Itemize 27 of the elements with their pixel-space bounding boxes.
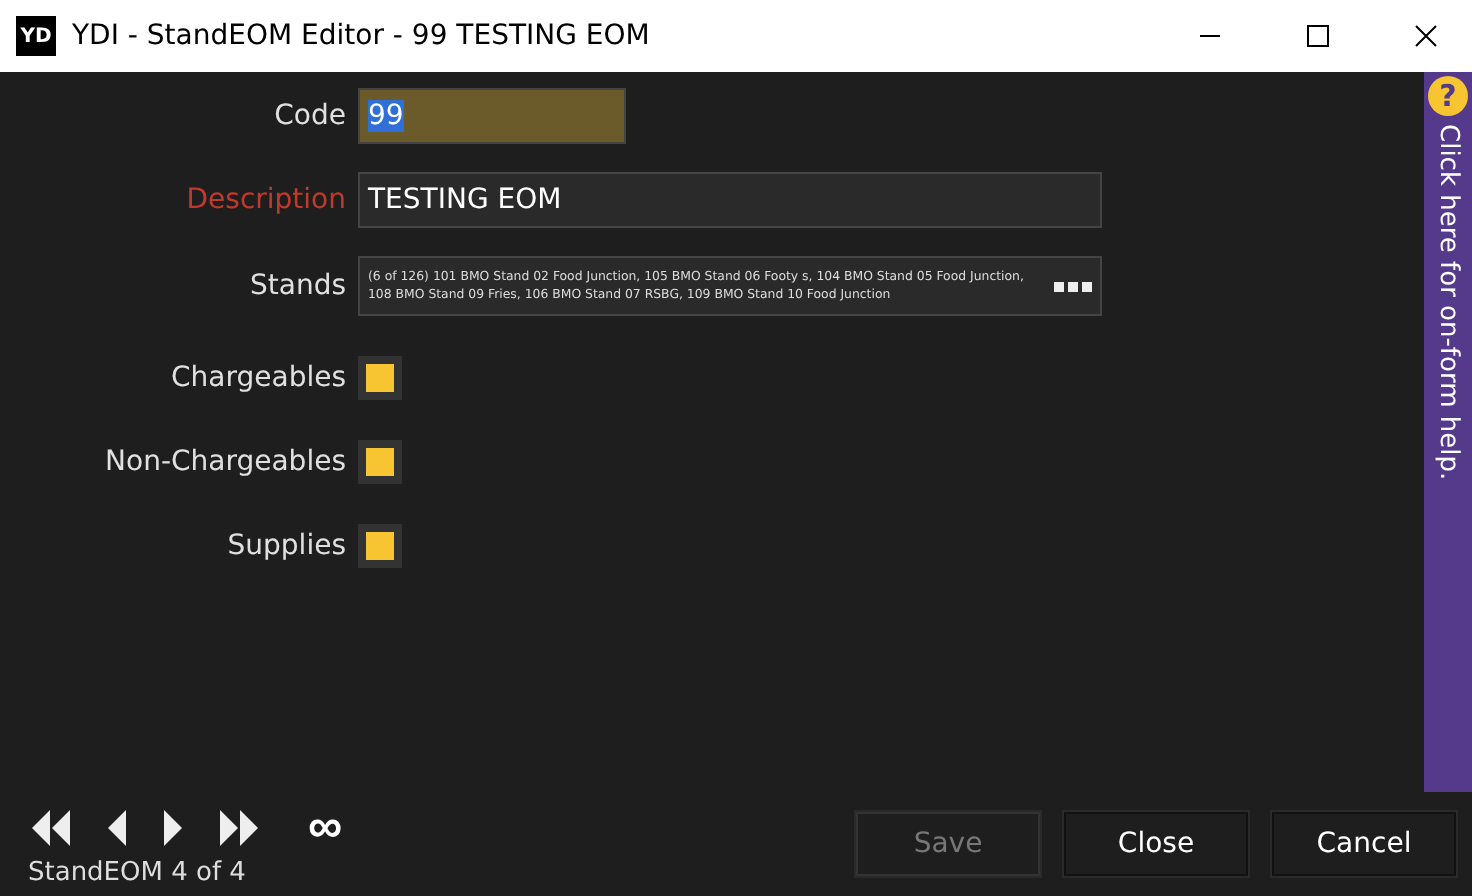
field-label: Stands — [247, 270, 346, 302]
help-text: Click here for on-form help. — [1433, 124, 1463, 481]
field-label: Code — [272, 100, 346, 132]
checkbox-label: Supplies — [225, 530, 346, 562]
description-field[interactable]: TESTING EOM — [358, 172, 1102, 228]
close-icon — [1414, 24, 1438, 48]
record-status: StandEOM 4 of 4 — [28, 858, 248, 888]
maximize-icon — [1306, 24, 1330, 48]
help-icon: ? — [1428, 76, 1468, 116]
help-panel[interactable]: ? Click here for on-form help. — [1424, 72, 1472, 792]
checkbox-label: Non-Chargeables — [103, 446, 346, 478]
window-title: YDI - StandEOM Editor - 99 TESTING EOM — [72, 20, 652, 52]
field-label: Description — [184, 184, 346, 216]
app-logo: YD — [16, 16, 56, 56]
checkbox[interactable] — [358, 356, 402, 400]
next-record-icon[interactable] — [160, 806, 188, 850]
dialog-button[interactable]: Cancel — [1272, 812, 1456, 876]
previous-record-icon[interactable] — [104, 806, 132, 850]
first-record-icon[interactable] — [28, 806, 76, 850]
dialog-button[interactable]: Close — [1064, 812, 1248, 876]
checkbox[interactable] — [358, 440, 402, 484]
code-field[interactable]: 99 — [358, 88, 626, 144]
checkbox[interactable] — [358, 524, 402, 568]
more-icon[interactable] — [1054, 281, 1092, 291]
loop-button[interactable]: ∞ — [292, 808, 343, 848]
checkbox-label: Chargeables — [169, 362, 346, 394]
last-record-icon[interactable] — [216, 806, 264, 850]
